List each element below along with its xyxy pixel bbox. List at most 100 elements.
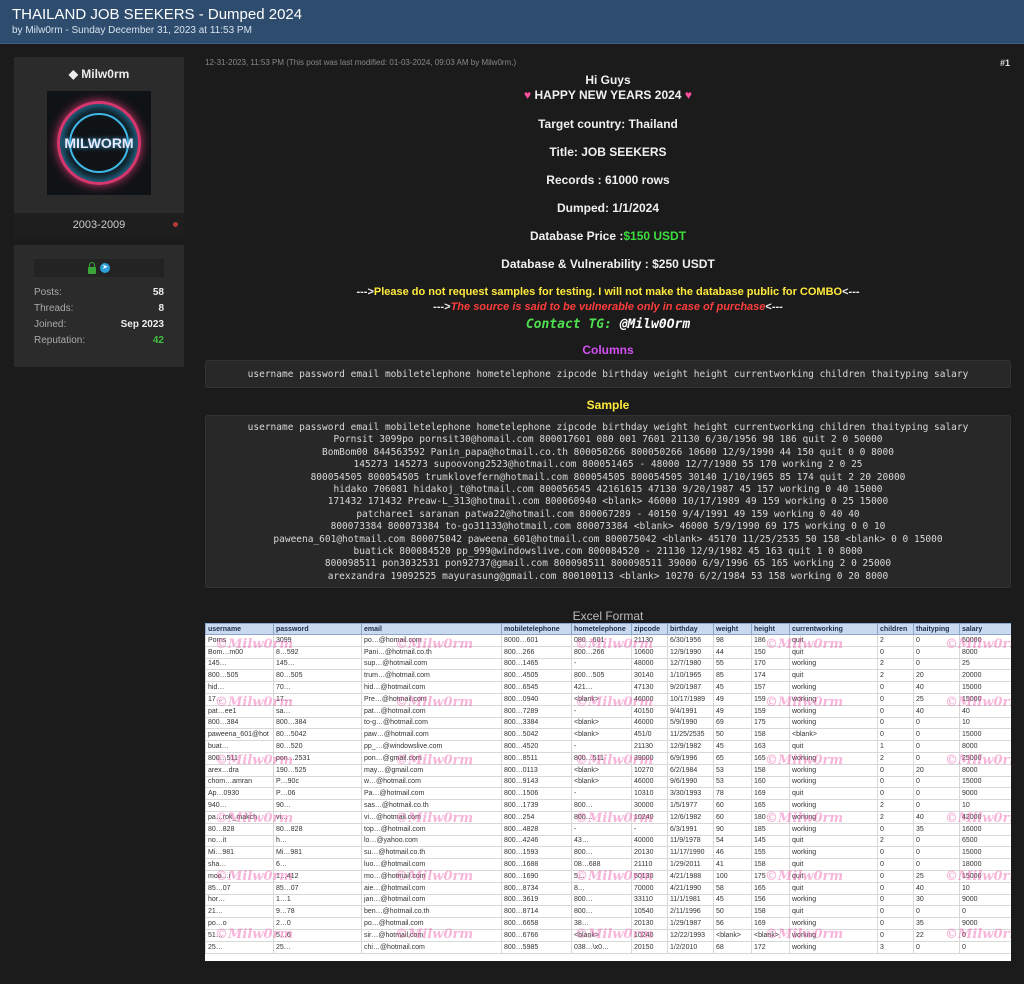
table-cell: 12/22/1993 [667, 928, 714, 942]
table-cell: 0 [913, 787, 960, 801]
table-cell: 21130 [631, 740, 668, 753]
table-cell: P…90c [273, 775, 362, 789]
table-cell: 1/29/2011 [667, 858, 714, 871]
post-content: Hi Guys ♥ HAPPY NEW YEARS 2024 ♥ Target … [205, 70, 1011, 588]
sample-line: paweena_601@hotmail.com 800075042 paween… [273, 533, 943, 545]
table-cell: 65 [713, 751, 752, 765]
table-cell: 15000 [959, 869, 1011, 883]
user-badges: ➤ [34, 259, 164, 277]
table-cell: 0 [959, 928, 1011, 942]
warning-line: --->The source is said to be vulnerable … [205, 300, 1011, 315]
table-row: Porns 3099 po…@homail.com 8000…601 080…601 21… [205, 634, 1011, 647]
notice-text: Please do not request samples for testin… [373, 286, 843, 298]
table-cell: po…@homail.com [361, 634, 502, 647]
contact-handle[interactable]: @Milw0Orm [620, 317, 690, 332]
excel-image: username password email mobiletelephone home… [205, 623, 1011, 961]
table-cell: 175 [751, 716, 790, 730]
arrow-suffix: <--- [765, 301, 783, 313]
table-cell: 20150 [631, 940, 668, 954]
table-cell: 2 [877, 834, 914, 848]
table-cell: 800…0113 [501, 763, 572, 777]
contact-line: Contact TG: @Milw0Orm [205, 317, 1011, 332]
table-row: Ap…0930 P…06 Pa…@hotmail.com 800…1506-10310… [205, 787, 1011, 801]
table-cell: 5… [571, 869, 632, 883]
table-cell: 145 [751, 834, 790, 848]
table-cell: working [789, 775, 878, 789]
table-cell: 800…266 [571, 645, 632, 659]
table-cell: 85…07 [273, 881, 362, 895]
table-cell: vi… [273, 810, 362, 824]
table-cell: chom…amran [205, 775, 274, 789]
table-cell: - [571, 822, 632, 836]
table-cell: pa…rok_makch [205, 810, 274, 824]
table-cell: 0 [877, 928, 914, 942]
table-cell: 68 [713, 940, 752, 954]
table-cell: 10/17/1989 [667, 692, 714, 706]
table-cell: 0 [877, 869, 914, 883]
table-cell: 10310 [631, 787, 668, 801]
table-cell: 1/2/2010 [667, 940, 714, 954]
table-row: arex…dra 190…525 may…@gmail.com 800…0113 <bl… [205, 763, 1011, 777]
table-cell: <blank> [571, 775, 632, 789]
table-cell: 800…384 [273, 716, 362, 730]
dumped-line: Dumped: 1/1/2024 [556, 201, 660, 215]
user-card: ◆ Milw0rm MILWORM [14, 57, 184, 213]
table-cell: 6… [273, 858, 362, 871]
table-cell: 451/0 [631, 728, 668, 742]
records-line: Records : 61000 rows [546, 173, 670, 187]
table-cell: 78 [713, 787, 752, 801]
table-cell: 800…254 [501, 810, 572, 824]
table-cell: 0 [913, 716, 960, 730]
offline-status-dot [173, 222, 178, 227]
table-cell: quit [789, 634, 878, 647]
table-cell: 85…07 [205, 881, 274, 895]
telegram-icon[interactable]: ➤ [100, 263, 110, 273]
excel-table: username password email mobiletelephone home… [205, 623, 1011, 954]
stat-value: Sep 2023 [120, 319, 164, 330]
table-cell: 800…4246 [501, 834, 572, 848]
table-cell: paweena_601@hot [205, 728, 274, 742]
table-cell: 10540 [631, 905, 668, 919]
stat-label: Reputation: [34, 335, 86, 346]
table-cell: sa… [273, 704, 362, 718]
table-cell: 0 [913, 834, 960, 848]
avatar[interactable]: MILWORM [47, 91, 151, 195]
sample-line: 800098511 pon3032531 pon92737@gmail.com … [324, 558, 892, 570]
thread-header: THAILAND JOB SEEKERS - Dumped 2024 by Mi… [0, 0, 1024, 44]
table-cell: 0 [877, 905, 914, 919]
excel-heading: Excel Format [572, 609, 644, 623]
table-cell: 145… [273, 657, 362, 671]
excel-header-cell: salary [959, 623, 1011, 635]
excel-header-cell: weight [713, 623, 752, 635]
table-cell: hid…@hotmail.com [361, 681, 502, 694]
table-cell: buat… [205, 740, 274, 753]
stat-value[interactable]: 8 [158, 301, 164, 317]
heart-icon: ♥ [524, 88, 532, 102]
table-row: hid… 70… hid…@hotmail.com 800…6545 421… 47130… [205, 681, 1011, 694]
stat-value[interactable]: 58 [153, 285, 164, 301]
table-cell: 5…6 [273, 928, 362, 942]
table-cell: Mi…981 [273, 846, 362, 860]
stat-posts: Posts: 58 [34, 285, 164, 301]
vuln-price-line: Database & Vulnerability : $250 USDT [501, 257, 715, 271]
table-cell: 145… [205, 657, 274, 671]
table-cell: working [789, 940, 878, 954]
table-cell: 8000 [959, 740, 1011, 753]
table-row: paweena_601@hot 80…5042 paw…@hotmail.com 80… [205, 728, 1011, 742]
table-cell: working [789, 692, 878, 706]
table-cell: may…@gmail.com [361, 763, 502, 777]
excel-header-cell: email [361, 623, 502, 635]
table-cell: 0 [913, 858, 960, 871]
table-cell: 800…7289 [501, 704, 572, 718]
stat-value[interactable]: 42 [153, 333, 164, 349]
table-row: pat…ee1 sa… pat…@hotmail.com 800…7289-40150… [205, 704, 1011, 718]
username-link[interactable]: ◆ Milw0rm [14, 67, 184, 81]
table-cell: 50000 [959, 634, 1011, 647]
table-row: no…it h… lo…@yahoo.com 800…4246 43… 40000 11/9… [205, 834, 1011, 848]
title-line: Title: JOB SEEKERS [549, 145, 667, 159]
table-cell: 11/17/1990 [667, 846, 714, 860]
table-cell: 3099 [273, 634, 362, 647]
table-row: 800…384 800…384 to-g…@hotmail.com 800…3384 <… [205, 716, 1011, 730]
table-cell: 25 [913, 869, 960, 883]
post-number-link[interactable]: #1 [1000, 58, 1010, 68]
